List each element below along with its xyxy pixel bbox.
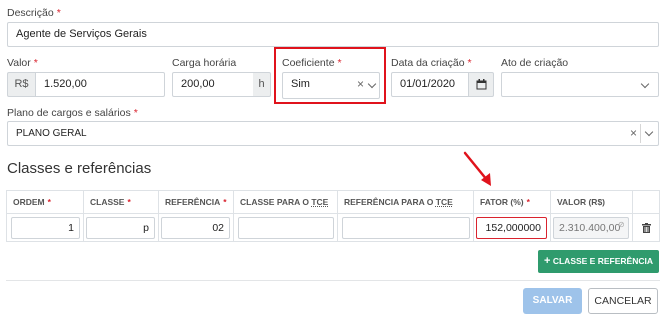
disabled-icon: ⊘ [618, 220, 625, 229]
valor-label: Valor * [7, 57, 38, 69]
plano-label: Plano de cargos e salários * [7, 107, 138, 119]
col-classe: CLASSE * [84, 191, 159, 213]
col-referencia-tce: REFERÊNCIA PARA O TCE [338, 191, 474, 213]
table-cell: 02 [159, 213, 234, 242]
descricao-label: Descrição * [7, 7, 61, 19]
col-ordem: ORDEM * [7, 191, 84, 213]
classe-tce-input[interactable] [238, 217, 334, 239]
add-classe-referencia-button[interactable]: + CLASSE E REFERÊNCIA [538, 250, 659, 273]
col-classe-tce: CLASSE PARA O TCE [234, 191, 338, 213]
calendar-button[interactable] [468, 72, 494, 97]
classes-table: ORDEM * CLASSE * REFERÊNCIA * CLASSE PARA O… [6, 190, 660, 242]
save-button[interactable]: SALVAR [523, 288, 582, 314]
ordem-input[interactable]: 1 [11, 217, 80, 239]
footer-divider [6, 280, 660, 281]
table-cell [338, 213, 474, 242]
coeficiente-select[interactable]: Sim [282, 72, 380, 99]
carga-horaria-input[interactable]: 200,00 [172, 72, 254, 97]
fator-input[interactable]: 152,000000 [476, 217, 547, 239]
plano-select[interactable]: PLANO GERAL [7, 121, 659, 146]
valor-input[interactable]: 1.520,00 [35, 72, 165, 97]
table-cell: 152,000000 [474, 213, 551, 242]
clear-icon[interactable]: × [357, 73, 364, 96]
col-referencia: REFERÊNCIA * [159, 191, 234, 213]
section-title: Classes e referências [7, 160, 152, 177]
coeficiente-label: Coeficiente * [282, 57, 342, 69]
col-valor: VALOR (R$) [551, 191, 633, 213]
col-fator: FATOR (%) * [474, 191, 551, 213]
col-actions [633, 191, 660, 213]
coeficiente-value: Sim [291, 78, 310, 90]
annotation-arrow [463, 151, 491, 186]
table-cell [234, 213, 338, 242]
data-criacao-label: Data da criação * [391, 57, 472, 69]
ato-criacao-select[interactable] [501, 72, 659, 97]
add-classe-label: CLASSE E REFERÊNCIA [552, 256, 653, 266]
plano-value: PLANO GERAL [16, 128, 87, 139]
clear-icon[interactable]: × [630, 122, 637, 145]
select-separator [640, 124, 641, 143]
trash-icon[interactable] [642, 223, 651, 233]
classe-input[interactable]: p [86, 217, 155, 239]
plus-icon: + [544, 255, 551, 267]
currency-prefix: R$ [7, 72, 35, 97]
descricao-input[interactable]: Agente de Serviços Gerais [7, 22, 659, 47]
calendar-icon [476, 79, 486, 90]
hours-suffix: h [253, 72, 271, 97]
cancel-button[interactable]: CANCELAR [588, 288, 658, 314]
table-cell: 1 [7, 213, 84, 242]
referencia-tce-input[interactable] [342, 217, 470, 239]
table-cell [633, 213, 660, 242]
data-criacao-input[interactable]: 01/01/2020 [391, 72, 469, 97]
table-cell: p [84, 213, 159, 242]
ato-criacao-label: Ato de criação [501, 57, 569, 69]
table-cell: 2.310.400,00 ⊘ [551, 213, 633, 242]
referencia-input[interactable]: 02 [161, 217, 230, 239]
carga-horaria-label: Carga horária [172, 57, 237, 69]
